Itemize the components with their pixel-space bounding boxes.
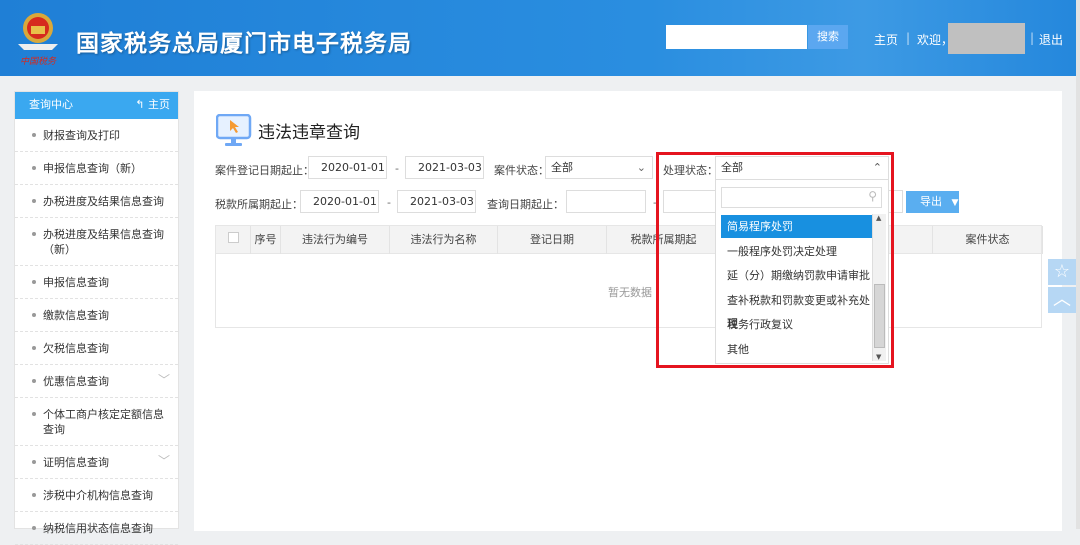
favorite-star-button[interactable]: ☆ — [1048, 259, 1076, 285]
home-label: 主页 — [148, 98, 170, 111]
back-to-top-button[interactable]: ︿ — [1048, 287, 1076, 313]
sidebar-item-label: 办税进度及结果信息查询 — [43, 195, 164, 208]
username-redacted — [948, 23, 1025, 54]
sidebar-item[interactable]: 申报信息查询（新） — [15, 152, 178, 185]
sidebar-item[interactable]: 欠税信息查询 — [15, 332, 178, 365]
sidebar-item-label: 缴款信息查询 — [43, 309, 109, 322]
select-all-checkbox[interactable] — [227, 232, 239, 243]
case-status-value: 全部 — [551, 161, 573, 174]
sidebar-item[interactable]: 办税进度及结果信息查询 — [15, 185, 178, 218]
sidebar-item-label: 办税进度及结果信息查询（新） — [43, 228, 164, 256]
query-date-label: 查询日期起止： — [487, 198, 564, 211]
header-search-input[interactable] — [666, 25, 807, 49]
select-all-cell — [216, 226, 251, 254]
table-header: 序号 违法行为编号 违法行为名称 登记日期 税款所属期起 案件状态 — [216, 226, 1043, 254]
sidebar-item[interactable]: 优惠信息查询 ﹀ — [15, 365, 178, 398]
svg-text:中国税务: 中国税务 — [20, 56, 57, 67]
sidebar: 查询中心 ↰ 主页 财报查询及打印申报信息查询（新） 办税进度及结果信息查询办税进… — [14, 91, 179, 545]
sidebar-item[interactable]: 缴款信息查询 — [15, 299, 178, 332]
sidebar-item[interactable]: 个体工商户核定定额信息查询 — [15, 398, 178, 446]
separator: | — [1030, 31, 1035, 45]
column-header: 序号 — [251, 226, 281, 254]
page-title: 违法违章查询 — [258, 123, 360, 143]
sidebar-item-label: 证明信息查询 — [43, 456, 109, 469]
export-label: 导出 — [920, 195, 942, 208]
caret-down-icon: ▼ — [951, 198, 959, 208]
sidebar-item[interactable]: 财报查询及打印 — [15, 119, 178, 152]
sidebar-home-link[interactable]: ↰ 主页 — [135, 92, 170, 118]
site-header: 中国税务 国家税务总局厦门市电子税务局 搜索 主页 | 欢迎， | 退出 — [0, 0, 1080, 76]
tax-period-label: 税款所属期起止： — [215, 198, 303, 211]
dash: - — [387, 196, 391, 209]
results-table: 序号 违法行为编号 违法行为名称 登记日期 税款所属期起 案件状态 — [215, 225, 1043, 328]
logout-link[interactable]: 退出 — [1039, 31, 1063, 48]
sidebar-item[interactable]: 申报信息查询 — [15, 266, 178, 299]
back-arrow-icon: ↰ — [135, 98, 148, 111]
case-reg-to-input[interactable]: 2021-03-03 — [405, 156, 484, 179]
export-button[interactable]: 导出 ▼ — [906, 191, 959, 213]
dash: - — [395, 162, 399, 175]
chevron-down-icon: ﹀ — [157, 373, 170, 387]
chevron-down-icon: ⌄ — [636, 161, 646, 174]
site-title: 国家税务总局厦门市电子税务局 — [76, 31, 412, 57]
chevron-up-icon: ︿ — [1053, 289, 1071, 310]
star-icon: ☆ — [1053, 261, 1071, 282]
sidebar-item-label: 欠税信息查询 — [43, 342, 109, 355]
column-header: 违法行为编号 — [281, 226, 390, 254]
header-search-button[interactable]: 搜索 — [808, 25, 848, 49]
case-reg-date-label: 案件登记日期起止： — [215, 164, 314, 177]
tax-period-to-input[interactable]: 2021-03-03 — [397, 190, 476, 213]
page-scrollbar[interactable] — [1076, 0, 1080, 529]
sidebar-item-label: 个体工商户核定定额信息查询 — [43, 408, 164, 436]
chevron-down-icon: ﹀ — [157, 454, 170, 468]
monitor-cursor-icon — [216, 114, 252, 146]
case-status-select[interactable]: 全部 ⌄ — [545, 156, 653, 179]
annotation-highlight-box — [656, 152, 894, 368]
column-header: 登记日期 — [498, 226, 607, 254]
column-header: 违法行为名称 — [390, 226, 498, 254]
sidebar-item-label: 财报查询及打印 — [43, 129, 120, 142]
sidebar-item-label: 申报信息查询（新） — [43, 162, 142, 175]
column-header: 案件状态 — [933, 226, 1043, 254]
sidebar-item[interactable]: 涉税中介机构信息查询 — [15, 479, 178, 512]
case-status-label: 案件状态： — [494, 164, 549, 177]
sidebar-item-label: 涉税中介机构信息查询 — [43, 489, 153, 502]
sidebar-item-label: 申报信息查询 — [43, 276, 109, 289]
query-from-input[interactable] — [566, 190, 646, 213]
sidebar-item-label: 优惠信息查询 — [43, 375, 109, 388]
case-reg-from-input[interactable]: 2020-01-01 — [308, 156, 387, 179]
tax-emblem-logo: 中国税务 — [18, 13, 58, 67]
home-link[interactable]: 主页 — [874, 31, 898, 48]
sidebar-item[interactable]: 办税进度及结果信息查询（新） — [15, 218, 178, 266]
separator: | — [906, 31, 911, 45]
sidebar-header: 查询中心 ↰ 主页 — [15, 92, 178, 119]
sidebar-title: 查询中心 — [29, 98, 73, 111]
empty-state: 暂无数据 — [608, 286, 652, 299]
tax-period-from-input[interactable]: 2020-01-01 — [300, 190, 379, 213]
sidebar-item[interactable]: 证明信息查询 ﹀ — [15, 446, 178, 479]
